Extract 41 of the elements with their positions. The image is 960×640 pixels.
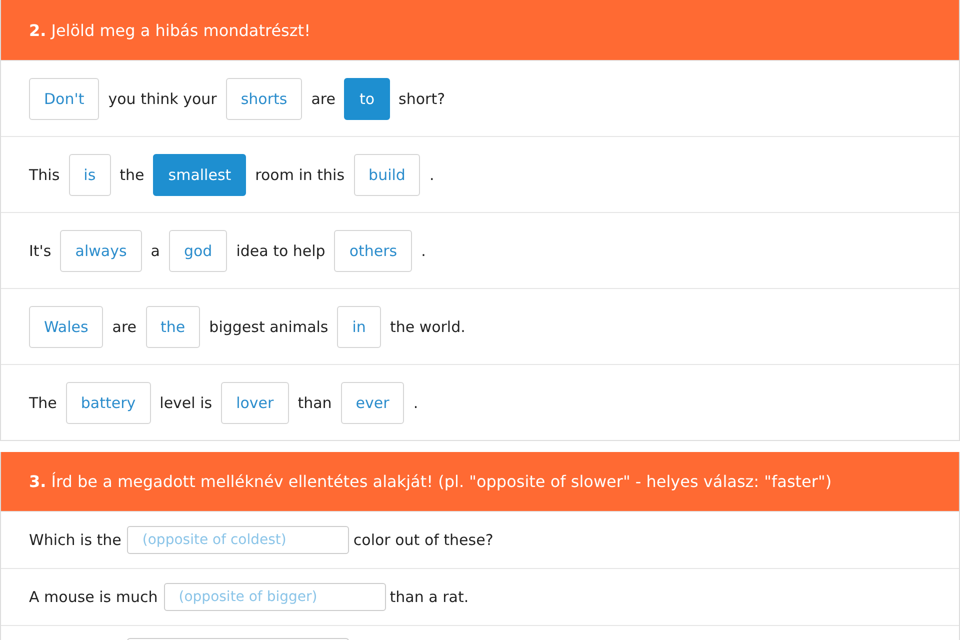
word-choice[interactable]: others [334,230,412,272]
sentence-text: . [413,394,418,412]
sentence-text: This [29,166,60,184]
sentence-text: color out of these? [353,531,494,549]
answer-field[interactable]: (opposite of coldest) [127,526,350,554]
exercise-title: 3. Írd be a megadott melléknév ellentétes alakját! (pl. "opposite of slower" - helyes válasz: "faster") [29,472,832,491]
word-choice[interactable]: is [68,154,111,196]
sentence-text: idea to help [236,242,326,260]
word-choice[interactable]: lover [221,382,289,424]
sentence-text: It's [29,242,52,260]
sentence-text: than [298,394,332,412]
sentence-text: The [29,394,57,412]
sentence-text: the [120,166,144,184]
sentence-text: . [421,242,426,260]
sentence-text: short? [398,90,446,108]
sentence-text: are [112,318,137,336]
exercise-title: 2. Jelöld meg a hibás mondatrészt! [29,20,310,40]
sentence-text: room in this [255,166,345,184]
answer-field[interactable]: (opposite of bigger) [164,583,386,611]
sentence-text: biggest animals [209,318,328,336]
word-choice[interactable]: Don't [29,78,100,120]
word-choice[interactable]: shorts [226,78,302,120]
word-choice[interactable]: god [168,230,228,272]
word-choice[interactable]: always [60,230,142,272]
word-choice[interactable]: in [337,306,381,348]
word-choice[interactable]: build [354,154,420,196]
word-choice[interactable]: battery [66,382,151,424]
sentence-text: Which is the [29,531,122,549]
word-choice[interactable]: smallest [153,154,246,196]
word-choice[interactable]: Wales [29,306,104,348]
sentence-text: are [311,90,336,108]
word-choice[interactable]: to [344,78,390,120]
word-choice[interactable]: ever [340,382,404,424]
sentence-text: . [429,166,434,184]
word-choice[interactable]: the [146,306,200,348]
sentence-text: than a rat. [390,588,469,606]
sentence-text: you think your [108,90,217,108]
sentence-text: a [150,242,160,260]
sentence-text: the world. [390,318,466,336]
sentence-text: A mouse is much [29,588,158,606]
sentence-text: level is [160,394,212,412]
